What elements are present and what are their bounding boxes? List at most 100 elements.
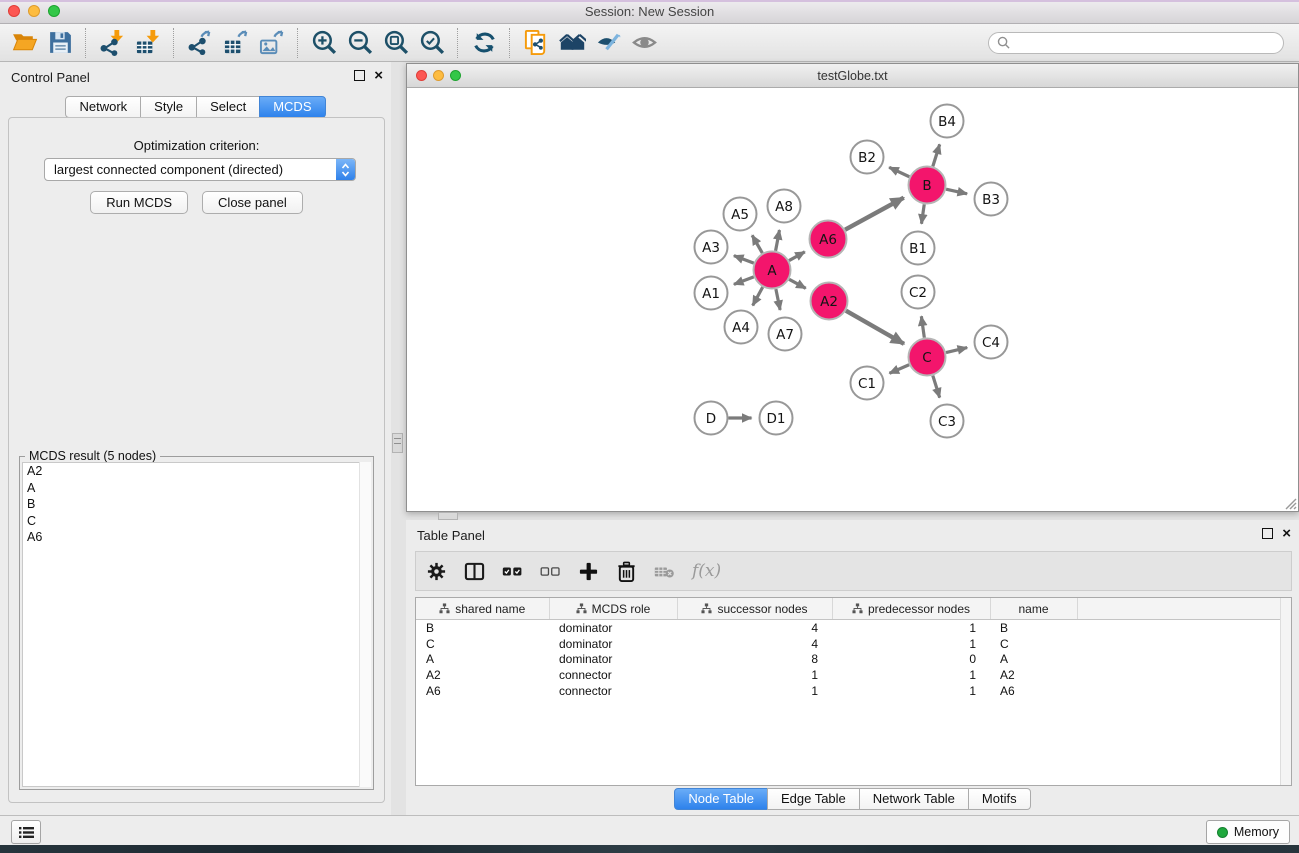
column-header-shared-name[interactable]: shared name — [416, 598, 549, 620]
zoom-fit-button[interactable] — [378, 27, 414, 59]
graph-edge-A-A3[interactable] — [734, 256, 754, 263]
table-row[interactable]: Bdominator41B — [416, 620, 1282, 636]
home-view-button[interactable] — [554, 27, 590, 59]
table-row[interactable]: Adominator80A — [416, 652, 1282, 668]
refresh-layout-button[interactable] — [466, 27, 502, 59]
export-image-icon — [259, 29, 286, 56]
function-builder-button[interactable]: f(x) — [692, 561, 721, 581]
result-item[interactable]: B — [23, 496, 370, 513]
graph-node-label: A6 — [819, 232, 837, 248]
show-view-button[interactable] — [626, 27, 662, 59]
result-item[interactable]: A2 — [23, 463, 370, 480]
trash-icon — [616, 561, 637, 582]
table-row[interactable]: A6connector11A6 — [416, 683, 1282, 699]
delete-table-icon — [654, 561, 675, 582]
table-row[interactable]: A2connector11A2 — [416, 667, 1282, 683]
import-table-button[interactable] — [130, 27, 166, 59]
graph-edge-B-B4[interactable] — [933, 144, 940, 166]
memory-button[interactable]: Memory — [1206, 820, 1290, 844]
export-network-button[interactable] — [182, 27, 218, 59]
zoom-out-button[interactable] — [342, 27, 378, 59]
create-column-button[interactable] — [578, 558, 599, 584]
deselect-all-button[interactable] — [540, 558, 561, 584]
delete-columns-button[interactable] — [616, 558, 637, 584]
column-header-successor-nodes[interactable]: successor nodes — [677, 598, 832, 620]
show-column-panel-button[interactable] — [464, 558, 485, 584]
tab-motifs[interactable]: Motifs — [968, 788, 1031, 810]
cell-mcds-role: dominator — [549, 620, 677, 636]
open-session-button[interactable] — [6, 27, 42, 59]
export-table-button[interactable] — [218, 27, 254, 59]
cell-shared-name: C — [416, 636, 549, 652]
column-header-predecessor-nodes[interactable]: predecessor nodes — [832, 598, 990, 620]
graph-edge-C-C4[interactable] — [946, 348, 967, 353]
column-header-name[interactable]: name — [990, 598, 1077, 620]
table-scrollbar[interactable] — [1280, 598, 1291, 785]
network-window-titlebar[interactable]: testGlobe.txt — [407, 64, 1298, 88]
tab-edge-table[interactable]: Edge Table — [767, 788, 860, 810]
graph-edge-A6-B[interactable] — [845, 198, 904, 230]
save-session-button[interactable] — [42, 27, 78, 59]
float-table-panel-icon[interactable] — [1262, 528, 1273, 539]
run-mcds-button[interactable]: Run MCDS — [90, 191, 188, 214]
graph-edge-C-C2[interactable] — [921, 316, 924, 337]
search-box[interactable] — [988, 32, 1284, 54]
graph-edge-C-C3[interactable] — [933, 376, 940, 398]
cell-name: C — [990, 636, 1077, 652]
search-input[interactable] — [1015, 35, 1275, 51]
graph-edge-A-A6[interactable] — [789, 252, 805, 261]
cell-shared-name: A2 — [416, 667, 549, 683]
network-graph[interactable]: AA1A2A3A4A5A6A7A8BB1B2B3B4CC1C2C3C4DD1 — [407, 88, 1296, 509]
tab-mcds[interactable]: MCDS — [259, 96, 325, 118]
column-type-icon — [439, 603, 450, 614]
main-toolbar — [0, 24, 1299, 62]
export-image-button[interactable] — [254, 27, 290, 59]
close-panel-button[interactable]: Close panel — [202, 191, 303, 214]
result-item[interactable]: A6 — [23, 529, 370, 546]
graph-edge-A2-C[interactable] — [846, 311, 904, 344]
zoom-in-button[interactable] — [306, 27, 342, 59]
cell-predecessor-nodes: 1 — [832, 667, 990, 683]
graph-edge-A-A8[interactable] — [776, 230, 780, 251]
graph-edge-A-A5[interactable] — [752, 235, 762, 253]
hide-panels-button[interactable] — [590, 27, 626, 59]
zoom-selected-button[interactable] — [414, 27, 450, 59]
tab-style[interactable]: Style — [140, 96, 197, 118]
import-network-button[interactable] — [94, 27, 130, 59]
window-resize-grip[interactable] — [1282, 495, 1297, 510]
vertical-splitter-grip[interactable] — [392, 433, 403, 453]
graph-edge-A-A2[interactable] — [789, 279, 806, 288]
cell-filler — [1077, 683, 1282, 699]
graph-edge-C-C1[interactable] — [889, 365, 909, 374]
column-header-mcds-role[interactable]: MCDS role — [549, 598, 677, 620]
tab-select[interactable]: Select — [196, 96, 260, 118]
close-panel-icon[interactable]: × — [374, 71, 383, 80]
close-table-panel-icon[interactable]: × — [1282, 529, 1291, 538]
tab-node-table[interactable]: Node Table — [674, 788, 768, 810]
show-tasks-button[interactable] — [11, 820, 41, 844]
graph-edge-A-A7[interactable] — [776, 289, 780, 310]
graph-node-label: C1 — [858, 376, 876, 392]
zoom-selected-icon — [419, 29, 446, 56]
float-panel-icon[interactable] — [354, 70, 365, 81]
table-settings-button[interactable] — [426, 558, 447, 584]
select-all-button[interactable] — [502, 558, 523, 584]
tab-network[interactable]: Network — [65, 96, 141, 118]
result-scrollbar[interactable] — [359, 462, 371, 787]
cell-name: A2 — [990, 667, 1077, 683]
result-item[interactable]: A — [23, 480, 370, 497]
network-canvas[interactable]: AA1A2A3A4A5A6A7A8BB1B2B3B4CC1C2C3C4DD1 — [407, 88, 1298, 511]
graph-edge-B-B2[interactable] — [889, 167, 909, 176]
cell-mcds-role: dominator — [549, 652, 677, 668]
graph-edge-B-B1[interactable] — [921, 204, 924, 223]
criterion-select[interactable]: largest connected component (directed) — [44, 158, 356, 181]
tab-network-table[interactable]: Network Table — [859, 788, 969, 810]
graph-edge-B-B3[interactable] — [946, 189, 967, 194]
horizontal-splitter-grip[interactable] — [438, 512, 458, 520]
result-item[interactable]: C — [23, 513, 370, 530]
graph-edge-A-A4[interactable] — [753, 287, 763, 305]
delete-table-button[interactable] — [654, 558, 675, 584]
table-row[interactable]: Cdominator41C — [416, 636, 1282, 652]
clone-network-button[interactable] — [518, 27, 554, 59]
graph-edge-A-A1[interactable] — [734, 277, 754, 284]
